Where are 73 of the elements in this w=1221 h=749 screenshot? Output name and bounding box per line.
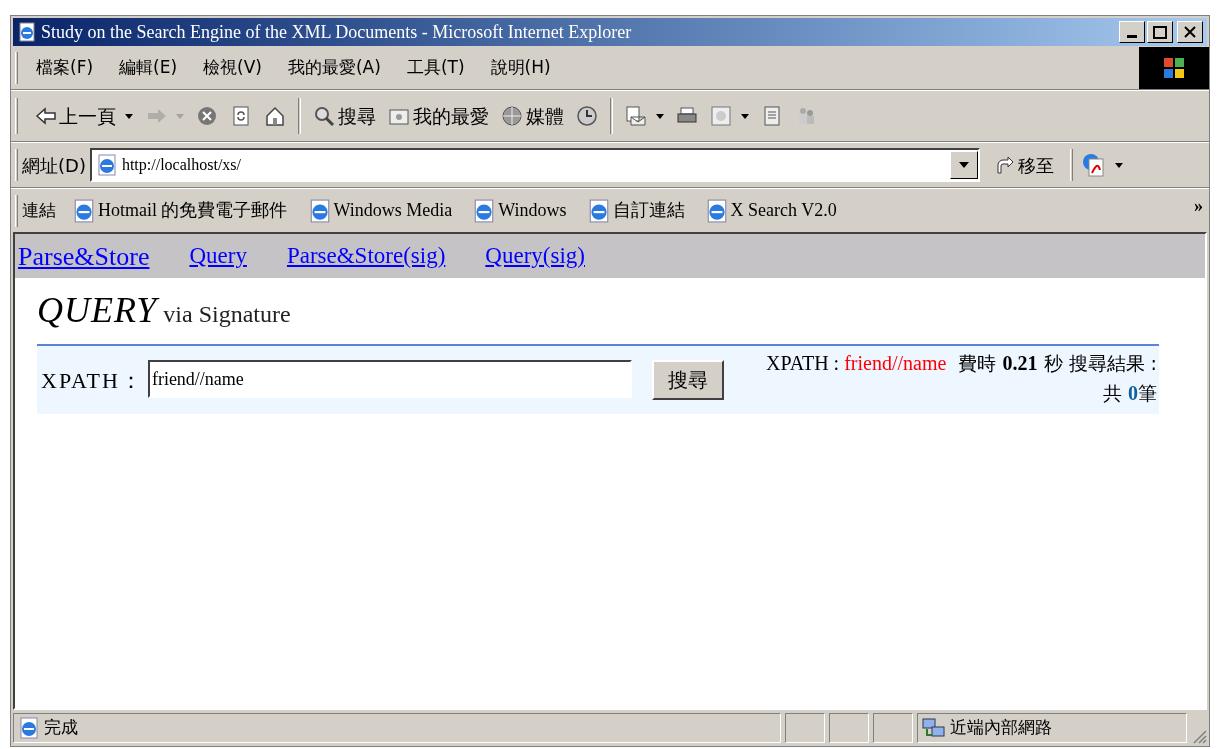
menu-item[interactable]: 檢視(V) bbox=[195, 54, 270, 81]
status-text: 完成 bbox=[44, 716, 78, 740]
toolbar-button[interactable]: 搜尋 bbox=[313, 101, 376, 131]
toolbar-button[interactable] bbox=[230, 105, 252, 127]
result-text: XPATH : friend//name 費時 0.21 秒 搜尋結果 : 共 0筆 bbox=[764, 351, 1157, 406]
caret-icon bbox=[958, 162, 969, 168]
pdf-button[interactable] bbox=[1080, 152, 1123, 178]
close-button[interactable] bbox=[1177, 21, 1203, 43]
maximize-icon bbox=[1153, 25, 1167, 39]
minimize-button[interactable] bbox=[1119, 21, 1145, 43]
close-icon bbox=[1184, 26, 1196, 38]
menu-item[interactable]: 檔案(F) bbox=[28, 54, 102, 81]
document-icon bbox=[761, 105, 783, 127]
page-icon bbox=[72, 198, 96, 223]
search-icon bbox=[313, 105, 335, 127]
go-button[interactable]: 移至 bbox=[985, 148, 1062, 182]
minimize-icon bbox=[1127, 35, 1137, 38]
nav-link[interactable]: Parse&Store bbox=[18, 236, 150, 276]
page-icon bbox=[95, 154, 118, 176]
menu-item[interactable]: 編輯(E) bbox=[111, 54, 186, 81]
link-item[interactable]: Hotmail 的免費電子郵件 bbox=[72, 197, 288, 224]
link-item[interactable]: 自訂連結 bbox=[586, 197, 685, 224]
refresh-icon bbox=[230, 105, 252, 127]
caret-icon bbox=[1114, 162, 1123, 168]
menu-item[interactable]: 說明(H) bbox=[482, 54, 559, 81]
toolbar-button[interactable]: 上一頁 bbox=[34, 101, 133, 131]
resize-grip-icon bbox=[1191, 728, 1207, 744]
status-panel bbox=[785, 713, 825, 743]
browser-icon bbox=[17, 22, 37, 42]
link-item[interactable]: X Search V2.0 bbox=[704, 197, 837, 224]
window-title: Study on the Search Engine of the XML Documents - Microsoft Internet Explorer bbox=[41, 20, 632, 44]
toolbar-button[interactable] bbox=[576, 105, 598, 127]
address-field[interactable]: http://localhost/xs/ bbox=[89, 148, 980, 182]
mail-icon bbox=[625, 105, 647, 127]
links-label: 連結 bbox=[22, 198, 56, 222]
nav-link[interactable]: Parse&Store(sig) bbox=[286, 238, 446, 274]
link-item[interactable]: Windows bbox=[472, 197, 567, 224]
network-icon bbox=[922, 717, 946, 739]
maximize-button[interactable] bbox=[1147, 21, 1173, 43]
zone-text: 近端內部網路 bbox=[950, 716, 1052, 740]
home-icon bbox=[264, 105, 286, 127]
more-links-button[interactable]: » bbox=[1194, 193, 1203, 220]
toolbar-button[interactable]: 媒體 bbox=[501, 101, 564, 131]
windows-logo-icon bbox=[1163, 56, 1185, 79]
menu-item[interactable]: 工具(T) bbox=[398, 54, 473, 81]
page-title: QUERY bbox=[37, 292, 158, 328]
xpath-field[interactable]: friend//name bbox=[147, 360, 632, 398]
dropdown-button[interactable] bbox=[949, 151, 978, 179]
page-subtitle: via Signature bbox=[163, 300, 291, 329]
toolbar-button[interactable] bbox=[264, 105, 286, 127]
caret-icon bbox=[656, 113, 664, 119]
toolbar-button[interactable]: 我的最愛 bbox=[388, 101, 489, 131]
edit-icon bbox=[710, 105, 732, 127]
caret-icon bbox=[125, 113, 133, 119]
nav-link[interactable]: Query(sig) bbox=[485, 238, 585, 274]
nav-link[interactable]: Query bbox=[189, 238, 247, 274]
toolbar-button[interactable] bbox=[710, 105, 749, 127]
globe-icon bbox=[501, 105, 523, 127]
address-label: 網址(D) bbox=[22, 153, 86, 178]
caret-icon bbox=[741, 113, 749, 119]
toolbar-button[interactable] bbox=[625, 105, 664, 127]
clock-icon bbox=[576, 105, 598, 127]
page-icon bbox=[18, 717, 40, 739]
status-panel bbox=[829, 713, 869, 743]
stop-icon bbox=[196, 105, 218, 127]
caret-icon bbox=[176, 113, 184, 119]
menu-item[interactable]: 我的最愛(A) bbox=[279, 54, 389, 81]
link-item[interactable]: Windows Media bbox=[307, 197, 453, 224]
pdf-icon bbox=[1080, 152, 1107, 178]
xpath-label: XPATH： bbox=[41, 367, 144, 395]
back-arrow-icon bbox=[34, 105, 56, 127]
status-panel bbox=[873, 713, 913, 743]
search-button[interactable]: 搜尋 bbox=[651, 360, 724, 400]
